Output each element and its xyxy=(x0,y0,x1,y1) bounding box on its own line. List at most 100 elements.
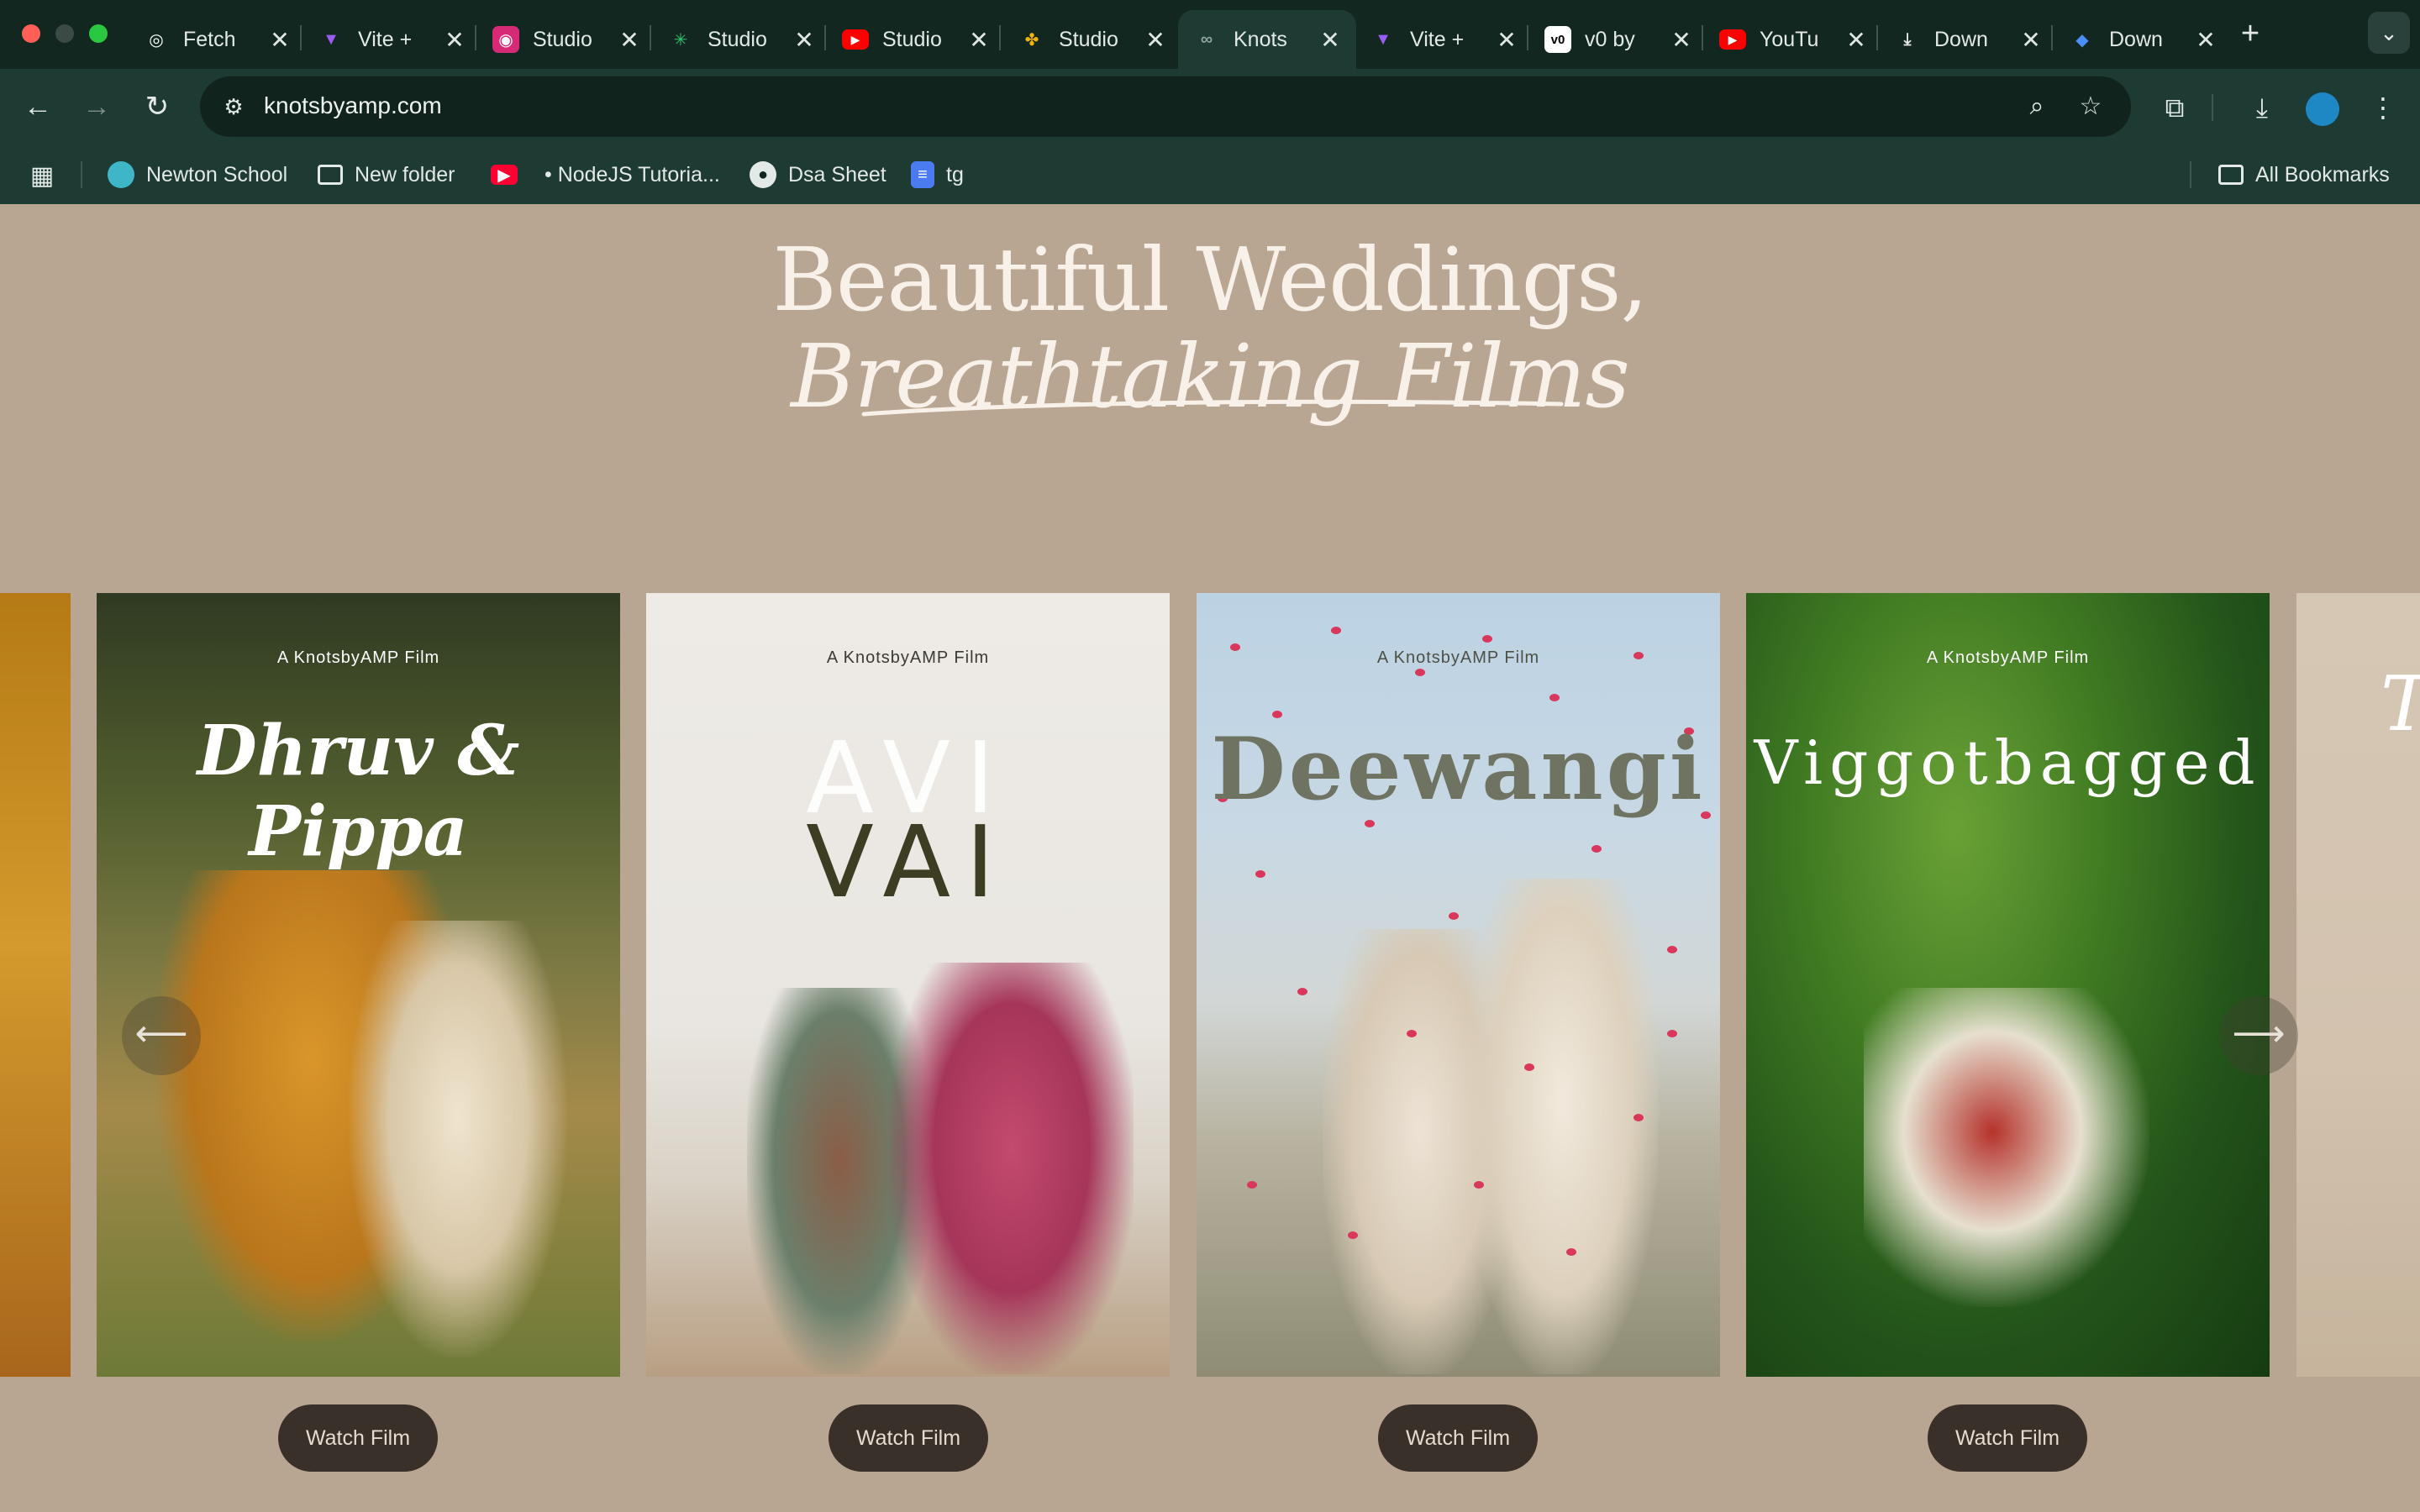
extensions-icon[interactable]: ⧉ xyxy=(2156,89,2193,126)
petal xyxy=(1255,870,1265,878)
tab-studio[interactable]: ✳ Studio ✕ xyxy=(652,10,830,69)
watch-film-button[interactable]: Watch Film xyxy=(829,1404,988,1472)
tab-title: Fetch xyxy=(183,27,236,51)
tab-studio[interactable]: ▶ Studio ✕ xyxy=(827,10,1005,69)
bookmark-label: New folder xyxy=(355,162,455,186)
vite-icon: ▼ xyxy=(1375,29,1392,49)
bookmark-dsa-sheet[interactable]: ● Dsa Sheet xyxy=(750,158,886,192)
bookmark-newton-school[interactable]: Newton School xyxy=(108,158,287,192)
film-card[interactable]: A KnotsbyAMP Film Dhruv & Pippa xyxy=(97,593,620,1377)
tab-title: Studio xyxy=(533,27,592,51)
youtube-icon: ▶ xyxy=(842,29,869,50)
newton-icon xyxy=(108,161,134,188)
petal xyxy=(1247,1181,1257,1189)
close-icon[interactable]: ✕ xyxy=(442,26,467,54)
tab-title: Knots xyxy=(1234,27,1287,51)
close-icon[interactable]: ✕ xyxy=(1494,26,1519,54)
download-icon[interactable]: ⤓ xyxy=(2244,89,2281,126)
tab-studio[interactable]: ◉ Studio ✕ xyxy=(477,10,655,69)
close-icon[interactable]: ✕ xyxy=(267,26,292,54)
watch-film-button[interactable]: Watch Film xyxy=(1378,1404,1538,1472)
tab-fetch[interactable]: ◎ Fetch ✕ xyxy=(128,10,306,69)
bookmark-nodejs[interactable]: • NodeJS Tutoria... xyxy=(544,158,720,192)
close-icon[interactable]: ✕ xyxy=(617,26,642,54)
watch-film-button[interactable]: Watch Film xyxy=(1928,1404,2087,1472)
tab-separator xyxy=(1527,25,1528,50)
new-tab-button[interactable]: + xyxy=(2233,17,2267,50)
more-menu-icon[interactable]: ⋮ xyxy=(2365,89,2402,126)
close-icon[interactable]: ✕ xyxy=(966,26,992,54)
film-credit: A KnotsbyAMP Film xyxy=(826,648,990,667)
tab-knots[interactable]: ∞ Knots ✕ xyxy=(1178,10,1356,69)
tab-youtu[interactable]: ▶ YouTu ✕ xyxy=(1704,10,1882,69)
close-icon[interactable]: ✕ xyxy=(2193,26,2218,54)
bookmark-new-folder[interactable]: New folder xyxy=(318,158,455,192)
tab-separator xyxy=(824,25,826,50)
film-card[interactable]: A KnotsbyAMP Film AVI VAI xyxy=(646,593,1170,1377)
tab-down[interactable]: ◆ Down ✕ xyxy=(2054,10,2232,69)
back-button[interactable]: ← xyxy=(17,86,59,128)
close-icon[interactable]: ✕ xyxy=(792,26,817,54)
docs-icon: ≡ xyxy=(911,161,934,188)
close-icon[interactable]: ✕ xyxy=(1669,26,1694,54)
apps-grid-icon[interactable]: ▦ xyxy=(29,163,55,190)
petal xyxy=(1667,946,1677,953)
close-icon[interactable]: ✕ xyxy=(2018,26,2044,54)
film-couple-title: AVI VAI xyxy=(646,728,1170,911)
forward-button[interactable]: → xyxy=(76,86,118,128)
tab-title: v0 by xyxy=(1585,27,1635,51)
close-icon[interactable]: ✕ xyxy=(1318,26,1343,54)
tab-title: Down xyxy=(1934,27,1988,51)
tab-vite[interactable]: ▼ Vite + ✕ xyxy=(302,10,481,69)
film-still xyxy=(890,963,1134,1374)
folder-icon xyxy=(318,165,343,185)
tab-title: Down xyxy=(2109,27,2163,51)
close-icon[interactable]: ✕ xyxy=(1143,26,1168,54)
bookmark-youtube[interactable]: ▶ xyxy=(491,158,529,192)
film-couple-title: Viggotbagged xyxy=(1754,727,2262,798)
film-card-partial[interactable] xyxy=(0,593,71,1377)
film-card[interactable]: A KnotsbyAMP Film Viggotbagged xyxy=(1746,593,2270,1377)
reload-button[interactable]: ↻ xyxy=(136,86,178,128)
bookmark-label: • NodeJS Tutoria... xyxy=(544,162,720,186)
tab-vite[interactable]: ▼ Vite + ✕ xyxy=(1355,10,1533,69)
zoom-icon[interactable]: ⌕ xyxy=(2020,90,2054,123)
close-icon[interactable]: ✕ xyxy=(1844,26,1869,54)
profile-avatar[interactable] xyxy=(2306,92,2339,126)
film-couple-title: Dhruv & Pippa xyxy=(197,711,520,872)
tab-studio[interactable]: ✤ Studio ✕ xyxy=(1003,10,1181,69)
tab-v0-by[interactable]: v0 v0 by ✕ xyxy=(1529,10,1707,69)
url-text[interactable]: knotsbyamp.com xyxy=(264,92,442,119)
petal xyxy=(1591,845,1602,853)
tab-title: YouTu xyxy=(1760,27,1819,51)
arrow-right-icon[interactable]: ⟶ xyxy=(2219,996,2298,1075)
site-info-icon[interactable]: ⚙ xyxy=(215,88,252,125)
tab-search-button[interactable]: ⌄ xyxy=(2368,12,2410,54)
minimize-window-button[interactable] xyxy=(55,24,74,43)
tab-separator xyxy=(300,25,302,50)
youtube-icon: ▶ xyxy=(491,165,518,185)
bookmark-label: Dsa Sheet xyxy=(788,162,886,186)
watch-film-button[interactable]: Watch Film xyxy=(278,1404,438,1472)
bookmarks-divider xyxy=(2190,161,2191,188)
tab-strip: ◎ Fetch ✕ ▼ Vite + ✕ ◉ Studio ✕ ✳ Studio ✕ ▶ Studio ✕ ✤… xyxy=(0,0,2420,69)
film-card-partial[interactable]: T xyxy=(2296,593,2420,1377)
film-still xyxy=(349,921,567,1357)
all-bookmarks[interactable]: All Bookmarks xyxy=(2218,158,2390,192)
hero-line-1: Beautiful Weddings, xyxy=(772,228,1648,331)
tab-down[interactable]: ⤓ Down ✕ xyxy=(1879,10,2057,69)
film-card[interactable]: A KnotsbyAMP Film Deewangi xyxy=(1197,593,1720,1377)
hero-underline xyxy=(861,399,1564,417)
arrow-left-icon[interactable]: ⟵ xyxy=(122,996,201,1075)
tab-separator xyxy=(1876,25,1878,50)
bookmark-label: Newton School xyxy=(146,162,288,186)
film-still xyxy=(1465,879,1659,1374)
tab-separator xyxy=(650,25,651,50)
chatgpt-icon: ◎ xyxy=(149,30,164,50)
address-bar[interactable]: ⚙ knotsbyamp.com ⌕ ☆ xyxy=(200,76,2131,137)
bookmark-star-icon[interactable]: ☆ xyxy=(2074,90,2107,123)
bookmark-tg[interactable]: ≡ tg xyxy=(911,158,964,192)
maximize-window-button[interactable] xyxy=(89,24,108,43)
petal xyxy=(1331,627,1341,634)
close-window-button[interactable] xyxy=(22,24,40,43)
